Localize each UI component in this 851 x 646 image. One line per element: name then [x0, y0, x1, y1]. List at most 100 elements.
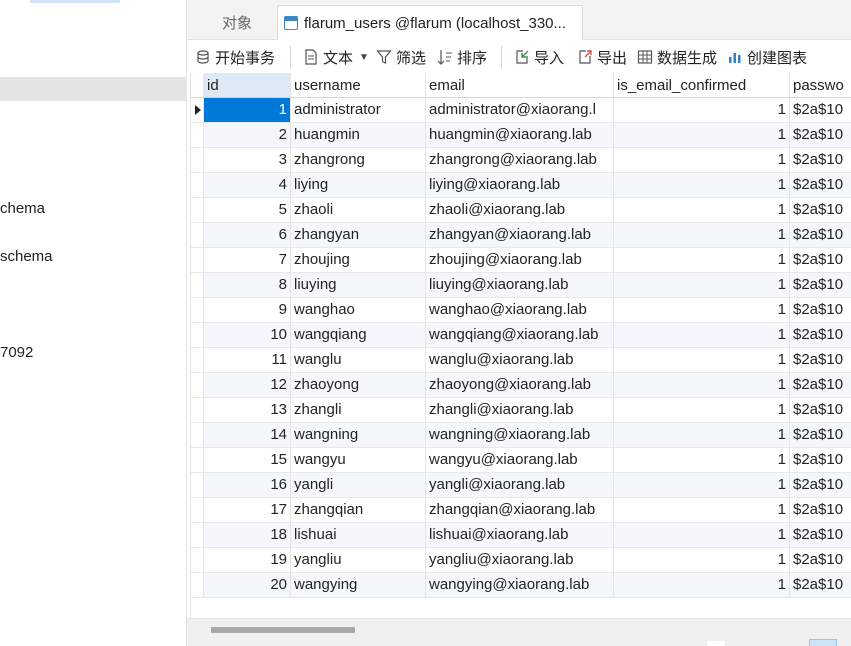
cell-email[interactable]: wangqiang@xiaorang.lab [426, 323, 614, 348]
row-marker[interactable] [191, 373, 204, 398]
cell-password[interactable]: $2a$10 [790, 523, 851, 548]
cell-email[interactable]: zhangqian@xiaorang.lab [426, 498, 614, 523]
cell-is-email-confirmed[interactable]: 1 [614, 298, 790, 323]
row-marker[interactable] [191, 173, 204, 198]
table-row[interactable]: 10 wangqiang wangqiang@xiaorang.lab 1 $2a$10 [191, 323, 851, 348]
grid-view-toggle[interactable] [809, 639, 837, 646]
table-row[interactable]: 19 yangliu yangliu@xiaorang.lab 1 $2a$10 [191, 548, 851, 573]
table-row[interactable]: 16 yangli yangli@xiaorang.lab 1 $2a$10 [191, 473, 851, 498]
export-button[interactable]: 导出 [577, 46, 627, 68]
table-row[interactable]: 3 zhangrong zhangrong@xiaorang.lab 1 $2a$10 [191, 148, 851, 173]
cell-password[interactable]: $2a$10 [790, 573, 851, 598]
cell-is-email-confirmed[interactable]: 1 [614, 173, 790, 198]
row-marker[interactable] [191, 123, 204, 148]
cell-username[interactable]: yangli [291, 473, 426, 498]
table-row[interactable]: 20 wangying wangying@xiaorang.lab 1 $2a$10 [191, 573, 851, 598]
cell-password[interactable]: $2a$10 [790, 473, 851, 498]
cell-id[interactable]: 2 [204, 123, 291, 148]
cell-password[interactable]: $2a$10 [790, 148, 851, 173]
cell-username[interactable]: zhoujing [291, 248, 426, 273]
row-marker[interactable] [191, 573, 204, 598]
cell-username[interactable]: wangying [291, 573, 426, 598]
cell-is-email-confirmed[interactable]: 1 [614, 448, 790, 473]
cell-is-email-confirmed[interactable]: 1 [614, 273, 790, 298]
cell-username[interactable]: liuying [291, 273, 426, 298]
row-marker[interactable] [191, 98, 204, 123]
cell-email[interactable]: wangning@xiaorang.lab [426, 423, 614, 448]
column-header-password[interactable]: passwo [790, 73, 851, 98]
cell-id[interactable]: 1 [204, 98, 291, 123]
table-row[interactable]: 17 zhangqian zhangqian@xiaorang.lab 1 $2a$10 [191, 498, 851, 523]
cell-id[interactable]: 5 [204, 198, 291, 223]
data-generation-button[interactable]: 数据生成 [637, 46, 717, 68]
row-marker[interactable] [191, 298, 204, 323]
cell-is-email-confirmed[interactable]: 1 [614, 373, 790, 398]
cell-id[interactable]: 15 [204, 448, 291, 473]
cell-username[interactable]: zhaoyong [291, 373, 426, 398]
cell-id[interactable]: 14 [204, 423, 291, 448]
text-button[interactable]: 文本 ▼ [303, 46, 369, 68]
cell-password[interactable]: $2a$10 [790, 248, 851, 273]
tab-objects[interactable]: 对象 [197, 5, 277, 40]
import-button[interactable]: 导入 [514, 46, 564, 68]
nav-item-schema-1[interactable]: chema [0, 200, 45, 217]
table-row[interactable]: 13 zhangli zhangli@xiaorang.lab 1 $2a$10 [191, 398, 851, 423]
row-marker[interactable] [191, 548, 204, 573]
cell-email[interactable]: yangliu@xiaorang.lab [426, 548, 614, 573]
table-row[interactable]: 9 wanghao wanghao@xiaorang.lab 1 $2a$10 [191, 298, 851, 323]
cell-password[interactable]: $2a$10 [790, 198, 851, 223]
cell-email[interactable]: wangying@xiaorang.lab [426, 573, 614, 598]
cell-username[interactable]: wangning [291, 423, 426, 448]
sort-button[interactable]: 排序 [437, 46, 487, 68]
cell-id[interactable]: 17 [204, 498, 291, 523]
cell-username[interactable]: zhaoli [291, 198, 426, 223]
cell-password[interactable]: $2a$10 [790, 298, 851, 323]
cell-email[interactable]: zhangrong@xiaorang.lab [426, 148, 614, 173]
table-row[interactable]: 12 zhaoyong zhaoyong@xiaorang.lab 1 $2a$10 [191, 373, 851, 398]
table-row[interactable]: 8 liuying liuying@xiaorang.lab 1 $2a$10 [191, 273, 851, 298]
cell-is-email-confirmed[interactable]: 1 [614, 198, 790, 223]
row-marker[interactable] [191, 148, 204, 173]
cell-is-email-confirmed[interactable]: 1 [614, 148, 790, 173]
nav-selected-item[interactable] [0, 77, 186, 101]
cell-username[interactable]: administrator [291, 98, 426, 123]
table-row[interactable]: 7 zhoujing zhoujing@xiaorang.lab 1 $2a$10 [191, 248, 851, 273]
cell-password[interactable]: $2a$10 [790, 273, 851, 298]
cell-id[interactable]: 20 [204, 573, 291, 598]
cell-is-email-confirmed[interactable]: 1 [614, 473, 790, 498]
cell-email[interactable]: zhangyan@xiaorang.lab [426, 223, 614, 248]
nav-item-schema-2[interactable]: schema [0, 248, 53, 265]
cell-is-email-confirmed[interactable]: 1 [614, 548, 790, 573]
cell-password[interactable]: $2a$10 [790, 173, 851, 198]
cell-password[interactable]: $2a$10 [790, 348, 851, 373]
cell-email[interactable]: wanglu@xiaorang.lab [426, 348, 614, 373]
row-marker[interactable] [191, 348, 204, 373]
cell-password[interactable]: $2a$10 [790, 373, 851, 398]
cell-username[interactable]: zhangqian [291, 498, 426, 523]
row-marker[interactable] [191, 523, 204, 548]
table-row[interactable]: 11 wanglu wanglu@xiaorang.lab 1 $2a$10 [191, 348, 851, 373]
column-header-id[interactable]: id [204, 73, 291, 98]
scrollbar-thumb[interactable] [211, 627, 355, 633]
cell-username[interactable]: zhangrong [291, 148, 426, 173]
cell-username[interactable]: wangyu [291, 448, 426, 473]
cell-email[interactable]: yangli@xiaorang.lab [426, 473, 614, 498]
cell-id[interactable]: 6 [204, 223, 291, 248]
cell-username[interactable]: zhangli [291, 398, 426, 423]
row-marker[interactable] [191, 448, 204, 473]
cell-id[interactable]: 13 [204, 398, 291, 423]
cell-password[interactable]: $2a$10 [790, 448, 851, 473]
cell-password[interactable]: $2a$10 [790, 498, 851, 523]
cell-is-email-confirmed[interactable]: 1 [614, 248, 790, 273]
table-row[interactable]: 2 huangmin huangmin@xiaorang.lab 1 $2a$10 [191, 123, 851, 148]
row-marker[interactable] [191, 323, 204, 348]
column-header-email[interactable]: email [426, 73, 614, 98]
cell-username[interactable]: liying [291, 173, 426, 198]
table-row[interactable]: 15 wangyu wangyu@xiaorang.lab 1 $2a$10 [191, 448, 851, 473]
table-row[interactable]: 6 zhangyan zhangyan@xiaorang.lab 1 $2a$10 [191, 223, 851, 248]
cell-is-email-confirmed[interactable]: 1 [614, 498, 790, 523]
cell-is-email-confirmed[interactable]: 1 [614, 98, 790, 123]
cell-id[interactable]: 18 [204, 523, 291, 548]
cell-id[interactable]: 16 [204, 473, 291, 498]
cell-id[interactable]: 19 [204, 548, 291, 573]
